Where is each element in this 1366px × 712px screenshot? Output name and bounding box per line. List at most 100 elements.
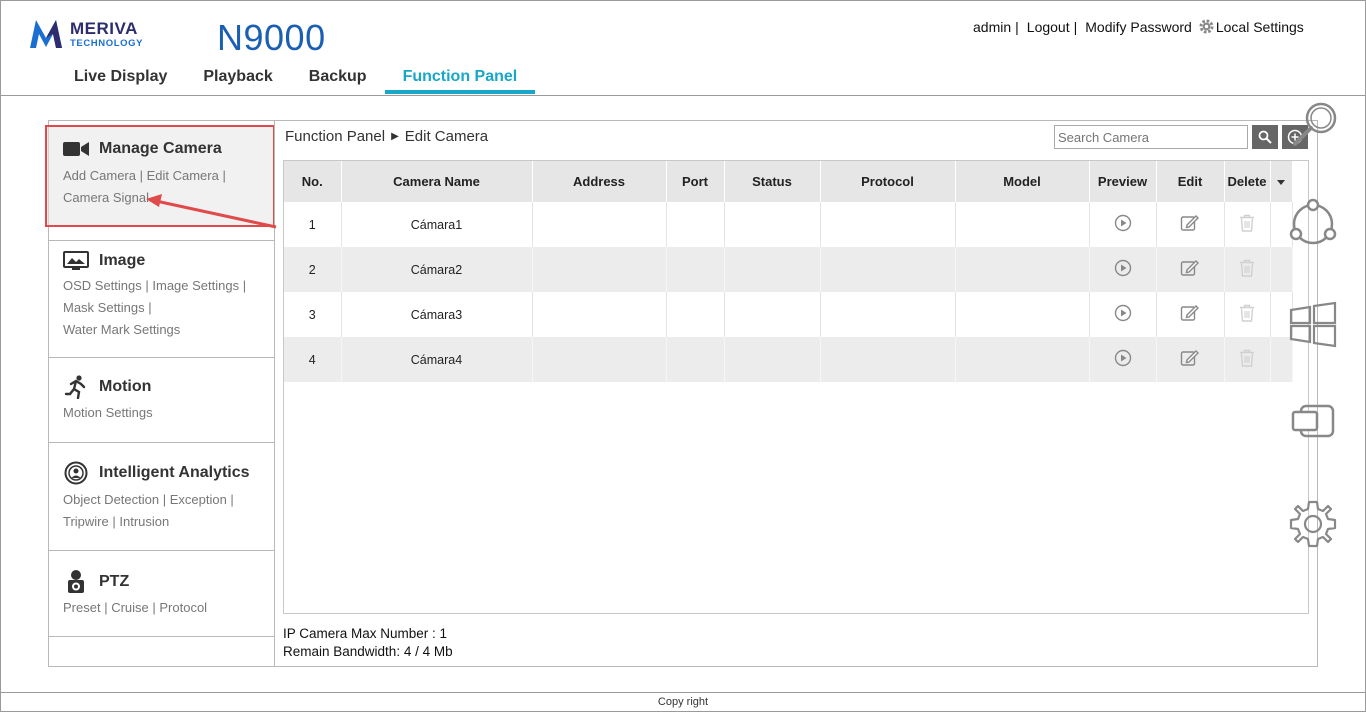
cell-port: [666, 202, 725, 247]
cell-protocol: [820, 202, 956, 247]
column-header-model: Model: [955, 161, 1090, 202]
username-link[interactable]: admin: [973, 19, 1011, 35]
edit-button[interactable]: [1156, 292, 1225, 337]
play-circle-icon: [1114, 259, 1131, 277]
monitor-image-icon: [63, 251, 89, 270]
table-row[interactable]: 4 Cámara4: [284, 337, 1293, 382]
settings-gear-tool-icon[interactable]: [1285, 496, 1341, 552]
column-header-address: Address: [532, 161, 667, 202]
cell-model: [955, 337, 1090, 382]
sidebar-links-manage-camera: Add Camera | Edit Camera | Camera Signal: [63, 168, 226, 205]
cell-status: [724, 202, 821, 247]
network-globe-tool-icon[interactable]: [1285, 196, 1341, 252]
video-camera-icon: [63, 142, 89, 156]
preview-button[interactable]: [1089, 292, 1157, 337]
cell-address: [532, 292, 667, 337]
sidebar-title-text: Image: [99, 252, 146, 269]
windows-grid-tool-icon[interactable]: [1285, 296, 1341, 352]
tab-backup[interactable]: Backup: [291, 66, 385, 94]
cell-no: 4: [284, 337, 342, 382]
sidebar-link-intrusion[interactable]: Intrusion: [119, 514, 169, 529]
main-nav: Live Display Playback Backup Function Pa…: [56, 66, 535, 94]
edit-button[interactable]: [1156, 247, 1225, 292]
sidebar-link-image-settings[interactable]: Image Settings: [152, 278, 239, 293]
running-person-icon: [64, 375, 86, 399]
sidebar-section-ptz: PTZ Preset | Cruise | Protocol: [48, 551, 274, 637]
table-row[interactable]: 1 Cámara1: [284, 202, 1293, 247]
local-settings-link[interactable]: Local Settings: [1216, 19, 1304, 35]
modify-password-link[interactable]: Modify Password: [1085, 19, 1192, 35]
delete-button[interactable]: [1224, 202, 1271, 247]
sidebar-link-water-mark-settings[interactable]: Water Mark Settings: [63, 322, 180, 337]
sidebar-link-motion-settings[interactable]: Motion Settings: [63, 405, 153, 420]
preview-button[interactable]: [1089, 202, 1157, 247]
logout-link[interactable]: Logout: [1027, 19, 1070, 35]
sidebar-section-manage-camera: Manage Camera Add Camera | Edit Camera |…: [48, 120, 274, 225]
cell-port: [666, 292, 725, 337]
display-devices-tool-icon[interactable]: [1285, 394, 1341, 450]
sidebar-title-image[interactable]: Image: [63, 251, 145, 271]
sidebar-link-cruise[interactable]: Cruise: [111, 600, 149, 615]
search-camera-input[interactable]: [1054, 125, 1248, 149]
cell-camera-name: Cámara3: [341, 292, 533, 337]
sidebar-link-protocol[interactable]: Protocol: [159, 600, 207, 615]
sidebar-link-tripwire[interactable]: Tripwire: [63, 514, 109, 529]
sidebar-title-motion[interactable]: Motion: [63, 375, 151, 399]
play-circle-icon: [1114, 214, 1131, 232]
sidebar-links-motion: Motion Settings: [63, 402, 263, 424]
sidebar-link-edit-camera[interactable]: Edit Camera: [147, 168, 219, 183]
meriva-logo-icon: [30, 20, 62, 48]
trash-icon: [1240, 349, 1254, 367]
product-title: N9000: [217, 17, 326, 58]
delete-button[interactable]: [1224, 247, 1271, 292]
cell-protocol: [820, 337, 956, 382]
column-header-port: Port: [666, 161, 725, 202]
cell-address: [532, 247, 667, 292]
sidebar-link-mask-settings[interactable]: Mask Settings: [63, 300, 145, 315]
table-row[interactable]: 3 Cámara3: [284, 292, 1293, 337]
breadcrumb-current: Edit Camera: [404, 128, 489, 145]
sidebar-title-intelligent-analytics[interactable]: Intelligent Analytics: [63, 461, 250, 485]
sidebar-title-ptz[interactable]: PTZ: [63, 569, 129, 595]
trash-icon: [1240, 259, 1254, 277]
brand-logo: MERIVA TECHNOLOGY: [26, 14, 143, 54]
cell-status: [724, 292, 821, 337]
preview-button[interactable]: [1089, 337, 1157, 382]
cell-status: [724, 337, 821, 382]
search-button[interactable]: [1252, 125, 1278, 149]
ptz-camera-icon: [68, 570, 84, 593]
breadcrumb-separator-icon: ▶: [391, 131, 399, 142]
cell-no: 1: [284, 202, 342, 247]
tab-function-panel[interactable]: Function Panel: [384, 66, 536, 94]
tab-playback[interactable]: Playback: [185, 66, 290, 94]
cell-model: [955, 202, 1090, 247]
camera-table-panel: No. Camera Name Address Port Status Prot…: [283, 160, 1309, 614]
tab-live-display[interactable]: Live Display: [56, 66, 185, 94]
sidebar-link-camera-signal[interactable]: Camera Signal: [63, 190, 149, 205]
sidebar-link-exception[interactable]: Exception: [170, 492, 227, 507]
cell-camera-name: Cámara2: [341, 247, 533, 292]
edit-button[interactable]: [1156, 202, 1225, 247]
search-icon: [1258, 130, 1272, 144]
delete-button[interactable]: [1224, 337, 1271, 382]
sidebar-title-manage-camera[interactable]: Manage Camera: [63, 140, 222, 158]
logo-subtitle: TECHNOLOGY: [70, 37, 144, 49]
table-header-row: No. Camera Name Address Port Status Prot…: [284, 161, 1293, 202]
sidebar-link-osd-settings[interactable]: OSD Settings: [63, 278, 142, 293]
gear-icon[interactable]: [1198, 18, 1215, 35]
cell-protocol: [820, 247, 956, 292]
preview-button[interactable]: [1089, 247, 1157, 292]
cell-port: [666, 337, 725, 382]
delete-button[interactable]: [1224, 292, 1271, 337]
table-row[interactable]: 2 Cámara2: [284, 247, 1293, 292]
camera-limits-info: IP Camera Max Number : 1 Remain Bandwidt…: [283, 625, 453, 661]
breadcrumb-root[interactable]: Function Panel: [285, 128, 385, 145]
sidebar-link-add-camera[interactable]: Add Camera: [63, 168, 136, 183]
cell-camera-name: Cámara4: [341, 337, 533, 382]
sidebar-link-object-detection[interactable]: Object Detection: [63, 492, 159, 507]
play-circle-icon: [1114, 349, 1131, 367]
edit-button[interactable]: [1156, 337, 1225, 382]
sidebar-link-preset[interactable]: Preset: [63, 600, 101, 615]
cell-model: [955, 247, 1090, 292]
magnifier-tool-icon[interactable]: [1287, 100, 1343, 156]
